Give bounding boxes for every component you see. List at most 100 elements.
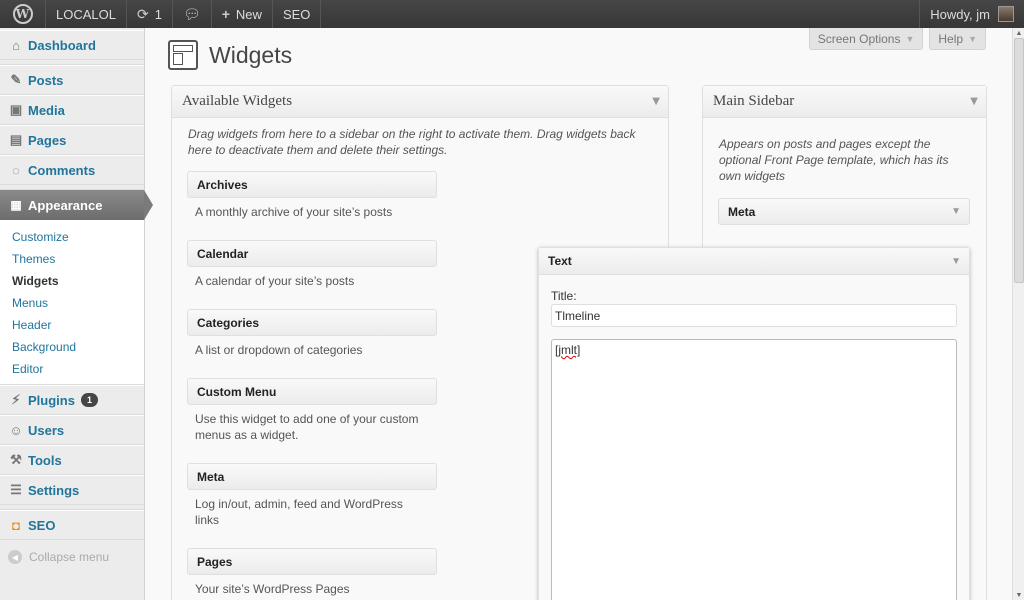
comment-bubble-icon: 💬︎	[182, 5, 201, 22]
text-widget-header[interactable]: Text ▼	[539, 248, 969, 275]
collapse-menu-label: Collapse menu	[29, 550, 110, 564]
menu-seo-label: SEO	[28, 517, 56, 533]
media-icon: ▣	[9, 102, 23, 117]
submenu-customize[interactable]: Customize	[0, 226, 144, 248]
settings-icon: ☰	[10, 482, 22, 497]
toggle-arrow-icon[interactable]: ▼	[652, 96, 660, 107]
seo-link[interactable]: SEO	[273, 0, 322, 28]
widget-description: A calendar of your site’s posts	[195, 274, 355, 288]
menu-posts-label: Posts	[28, 72, 64, 88]
appearance-icon: ▦	[10, 198, 22, 212]
menu-comments[interactable]: ◌ Comments	[0, 155, 144, 185]
menu-plugins-label: Plugins	[28, 392, 75, 408]
new-content-link[interactable]: + New	[212, 0, 273, 28]
main-sidebar-description: Appears on posts and pages except the op…	[719, 137, 949, 183]
toggle-arrow-icon[interactable]: ▼	[951, 256, 961, 267]
submenu-editor[interactable]: Editor	[0, 358, 144, 380]
toggle-arrow-icon[interactable]: ▼	[970, 96, 978, 107]
main-sidebar-title: Main Sidebar	[713, 93, 795, 109]
submenu-themes[interactable]: Themes	[0, 248, 144, 270]
submenu-header[interactable]: Header	[0, 314, 144, 336]
dropdown-arrow-icon: ▼	[968, 33, 977, 44]
howdy-text: Howdy, jm	[930, 6, 990, 22]
admin-bar: W LOCALOL ⟳ 1 💬︎ + New SEO Howdy, jm	[0, 0, 1024, 28]
scrollbar-thumb[interactable]	[1014, 38, 1024, 283]
menu-seo[interactable]: ◘ SEO	[0, 510, 144, 540]
toggle-arrow-icon[interactable]: ▼	[951, 206, 961, 217]
available-widgets-title: Available Widgets	[182, 93, 293, 109]
widget-title[interactable]: Calendar	[187, 240, 437, 267]
menu-tools[interactable]: ⚒ Tools	[0, 445, 144, 475]
text-widget-title: Text	[548, 254, 572, 268]
widget-description: Your site’s WordPress Pages	[195, 582, 350, 596]
appearance-submenu: Customize Themes Widgets Menus Header Ba…	[0, 220, 144, 385]
refresh-icon: ⟳	[136, 5, 149, 22]
widget-description: A list or dropdown of categories	[195, 343, 363, 357]
comments-link[interactable]: 💬︎	[173, 0, 212, 28]
dropdown-arrow-icon: ▼	[905, 33, 915, 44]
dashboard-icon: ⌂	[12, 37, 20, 53]
comments-icon: ◌	[12, 162, 20, 178]
submenu-widgets[interactable]: Widgets	[0, 270, 144, 292]
screen-options-button[interactable]: Screen Options ▼	[808, 28, 924, 50]
menu-settings[interactable]: ☰ Settings	[0, 475, 144, 505]
updates-link[interactable]: ⟳ 1	[127, 0, 173, 28]
submenu-menus[interactable]: Menus	[0, 292, 144, 314]
text-content-textarea[interactable]: [jmlt]	[551, 339, 957, 600]
help-label: Help	[938, 31, 964, 46]
widget-archives[interactable]: Archives A monthly archive of your site’…	[187, 171, 437, 220]
widget-description: Use this widget to add one of your custo…	[195, 412, 419, 442]
wordpress-logo-menu[interactable]: W	[0, 0, 46, 28]
tools-icon: ⚒	[10, 452, 22, 467]
scroll-down-arrow-icon[interactable]: ▼	[1013, 590, 1024, 600]
menu-users-label: Users	[28, 422, 65, 438]
menu-tools-label: Tools	[28, 452, 62, 468]
widget-custom-menu[interactable]: Custom Menu Use this widget to add one o…	[187, 378, 437, 443]
seo-plugin-icon: ◘	[12, 517, 20, 533]
widget-meta[interactable]: Meta Log in/out, admin, feed and WordPre…	[187, 463, 437, 528]
widget-title[interactable]: Meta	[187, 463, 437, 490]
menu-posts[interactable]: ✎ Posts	[0, 65, 144, 95]
sidebar-widget-meta[interactable]: Meta ▼	[718, 198, 970, 225]
menu-comments-label: Comments	[28, 162, 96, 178]
widget-title[interactable]: Categories	[187, 309, 437, 336]
site-name-link[interactable]: LOCALOL	[46, 0, 127, 28]
updates-count: 1	[154, 6, 162, 22]
menu-appearance-label: Appearance	[28, 197, 103, 213]
menu-users[interactable]: ☺ Users	[0, 415, 144, 445]
main-sidebar-header[interactable]: Main Sidebar ▼	[703, 86, 986, 118]
widget-description: Log in/out, admin, feed and WordPress li…	[195, 497, 403, 527]
wordpress-logo-icon: W	[12, 4, 33, 24]
menu-dashboard[interactable]: ⌂ Dashboard	[0, 30, 144, 60]
collapse-arrow-icon: ◀	[8, 550, 22, 564]
widget-calendar[interactable]: Calendar A calendar of your site’s posts	[187, 240, 437, 289]
menu-dashboard-label: Dashboard	[28, 37, 96, 53]
widget-title[interactable]: Pages	[187, 548, 437, 575]
title-field-label: Title:	[551, 289, 577, 303]
menu-appearance[interactable]: ▦ Appearance	[0, 190, 153, 220]
menu-media[interactable]: ▣ Media	[0, 95, 144, 125]
avatar	[998, 6, 1014, 22]
menu-pages-label: Pages	[28, 132, 67, 148]
menu-pages[interactable]: ▤ Pages	[0, 125, 144, 155]
text-widget-editor[interactable]: Text ▼ Title: [jmlt]	[538, 247, 970, 600]
page-scrollbar[interactable]: ▲ ▼	[1012, 28, 1024, 600]
widget-categories[interactable]: Categories A list or dropdown of categor…	[187, 309, 437, 358]
submenu-background[interactable]: Background	[0, 336, 144, 358]
available-widgets-description: Drag widgets from here to a sidebar on t…	[188, 127, 636, 157]
title-input[interactable]	[551, 304, 957, 327]
help-button[interactable]: Help ▼	[929, 28, 986, 50]
plug-icon: ⚡︎	[11, 392, 21, 407]
scroll-up-arrow-icon[interactable]: ▲	[1013, 28, 1024, 38]
new-label: New	[235, 6, 262, 22]
menu-plugins[interactable]: ⚡︎ Plugins 1	[0, 385, 144, 415]
widget-title[interactable]: Archives	[187, 171, 437, 198]
admin-menu: ⌂ Dashboard ✎ Posts ▣ Media ▤ Pages ◌ Co…	[0, 28, 153, 600]
widget-title[interactable]: Custom Menu	[187, 378, 437, 405]
widgets-page-icon	[168, 40, 198, 70]
collapse-menu-button[interactable]: ◀ Collapse menu	[0, 540, 144, 574]
widget-pages[interactable]: Pages Your site’s WordPress Pages	[187, 548, 437, 597]
widget-description: A monthly archive of your site’s posts	[195, 205, 393, 219]
available-widgets-header[interactable]: Available Widgets ▼	[172, 86, 668, 118]
my-account-menu[interactable]: Howdy, jm	[919, 0, 1024, 28]
